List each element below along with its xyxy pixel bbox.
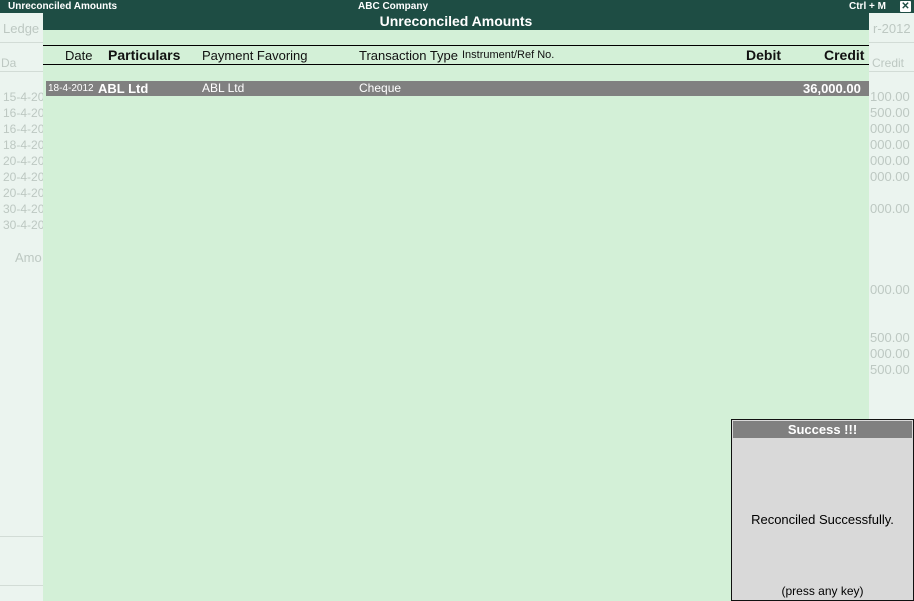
- column-header-credit: Credit: [824, 47, 865, 63]
- success-dialog[interactable]: Success !!! Reconciled Successfully. (pr…: [731, 419, 914, 601]
- bg-date: 20-4-20: [3, 154, 45, 168]
- bg-amount: 100.00: [870, 89, 910, 104]
- bg-amount: 000.00: [870, 346, 910, 361]
- bg-amount: 500.00: [870, 362, 910, 377]
- bg-credit-header: Credit: [872, 56, 905, 70]
- bg-date: 18-4-20: [3, 138, 45, 152]
- column-header-instrument: Instrument/Ref No.: [462, 49, 555, 61]
- bg-amount: 500.00: [870, 105, 910, 120]
- bg-date: 20-4-20: [3, 186, 45, 200]
- row-date: 18-4-2012: [48, 83, 94, 94]
- bg-amount-label: Amo: [15, 250, 42, 265]
- column-header-payment-favoring: Payment Favoring: [202, 48, 308, 63]
- header-top-rule: [43, 45, 869, 46]
- close-icon[interactable]: ✕: [900, 1, 911, 12]
- bg-period-label: r-2012: [873, 21, 911, 36]
- bg-date: 20-4-20: [3, 170, 45, 184]
- bg-date: 30-4-20: [3, 218, 45, 232]
- bg-amount: 000.00: [870, 201, 910, 216]
- bg-date: 15-4-20: [3, 90, 45, 104]
- row-particulars: ABL Ltd: [98, 81, 149, 96]
- bg-amount: 500.00: [870, 330, 910, 345]
- row-credit: 36,000.00: [803, 81, 861, 96]
- bg-date: 16-4-20: [3, 122, 45, 136]
- bg-amount: 000.00: [870, 282, 910, 297]
- bg-date-header: Da: [1, 56, 17, 70]
- bg-date: 16-4-20: [3, 106, 45, 120]
- header-bottom-rule: [43, 64, 869, 65]
- row-payment-favoring: ABL Ltd: [202, 81, 245, 95]
- column-header-debit: Debit: [746, 47, 781, 63]
- table-row[interactable]: 18-4-2012 ABL Ltd ABL Ltd Cheque 36,000.…: [46, 81, 869, 96]
- bg-amount: 000.00: [870, 121, 910, 136]
- window-title: Unreconciled Amounts: [8, 1, 118, 12]
- dialog-message: Reconciled Successfully.: [751, 512, 894, 527]
- column-header-date: Date: [65, 48, 93, 63]
- window-title-bar: Unreconciled Amounts ABC Company Ctrl + …: [0, 0, 914, 13]
- bg-amount: 000.00: [870, 153, 910, 168]
- row-transaction-type: Cheque: [359, 81, 402, 95]
- bg-amount: 000.00: [870, 137, 910, 152]
- panel-title: Unreconciled Amounts: [43, 13, 869, 30]
- bg-date: 30-4-20: [3, 202, 45, 216]
- company-name: ABC Company: [358, 1, 429, 12]
- bg-amount: 000.00: [870, 169, 910, 184]
- column-header-transaction-type: Transaction Type: [359, 48, 458, 63]
- shortcut-hint: Ctrl + M: [849, 1, 886, 12]
- column-header-particulars: Particulars: [108, 47, 181, 63]
- bg-ledger-label: Ledge: [3, 21, 40, 36]
- dialog-title: Success !!!: [733, 421, 912, 438]
- dialog-hint: (press any key): [781, 584, 864, 598]
